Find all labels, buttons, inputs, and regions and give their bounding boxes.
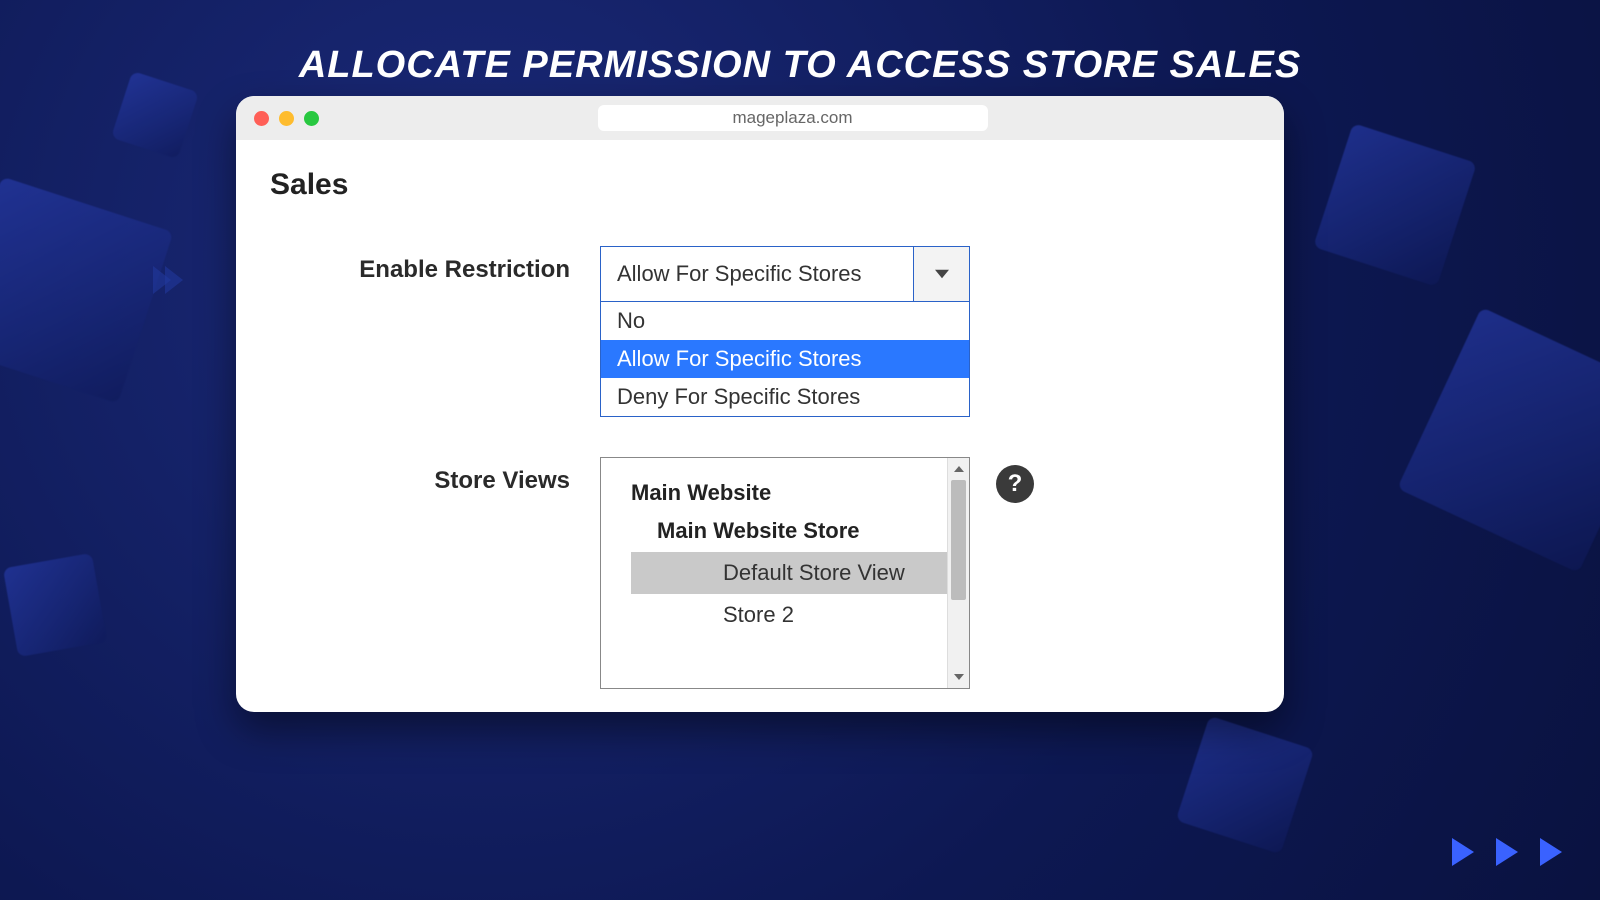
browser-window: mageplaza.com Sales Enable Restriction A… [236, 96, 1284, 712]
section-title-sales: Sales [270, 168, 1250, 202]
label-store-views: Store Views [270, 457, 600, 495]
store-views-multiselect[interactable]: Main Website Main Website Store Default … [600, 457, 970, 689]
promo-background: ALLOCATE PERMISSION TO ACCESS STORE SALE… [0, 0, 1600, 900]
url-bar[interactable]: mageplaza.com [598, 105, 988, 131]
ms-subgroup-main-website-store[interactable]: Main Website Store [601, 514, 947, 552]
scroll-down-icon[interactable] [948, 666, 969, 688]
ms-item-store-2[interactable]: Store 2 [631, 594, 947, 636]
row-store-views: Store Views Main Website Main Website St… [270, 457, 1250, 689]
decor-chevrons [159, 266, 183, 294]
select-value: Allow For Specific Stores [601, 247, 913, 301]
url-text: mageplaza.com [732, 108, 852, 128]
option-deny-specific[interactable]: Deny For Specific Stores [601, 378, 969, 416]
ms-item-default-store-view[interactable]: Default Store View [631, 552, 947, 594]
scroll-up-icon[interactable] [948, 458, 969, 480]
enable-restriction-select[interactable]: Allow For Specific Stores [600, 246, 970, 302]
decor-cube [3, 553, 107, 657]
maximize-window-icon[interactable] [304, 111, 319, 126]
decor-cube [1397, 307, 1600, 573]
ms-group-main-website[interactable]: Main Website [601, 476, 947, 514]
decor-triangles [1452, 838, 1562, 866]
option-no[interactable]: No [601, 302, 969, 340]
traffic-lights [254, 111, 319, 126]
scroll-thumb[interactable] [951, 480, 966, 600]
settings-panel: Sales Enable Restriction Allow For Speci… [236, 140, 1284, 712]
help-icon[interactable]: ? [996, 465, 1034, 503]
enable-restriction-dropdown: No Allow For Specific Stores Deny For Sp… [600, 302, 970, 417]
decor-cube [1176, 716, 1315, 855]
chevron-down-icon[interactable] [913, 247, 969, 301]
close-window-icon[interactable] [254, 111, 269, 126]
label-enable-restriction: Enable Restriction [270, 246, 600, 284]
banner-title: ALLOCATE PERMISSION TO ACCESS STORE SALE… [0, 44, 1600, 87]
scrollbar[interactable] [947, 458, 969, 688]
decor-cube [1313, 123, 1477, 287]
option-allow-specific[interactable]: Allow For Specific Stores [601, 340, 969, 378]
browser-chrome: mageplaza.com [236, 96, 1284, 140]
minimize-window-icon[interactable] [279, 111, 294, 126]
row-enable-restriction: Enable Restriction Allow For Specific St… [270, 246, 1250, 417]
decor-cube [0, 177, 173, 404]
